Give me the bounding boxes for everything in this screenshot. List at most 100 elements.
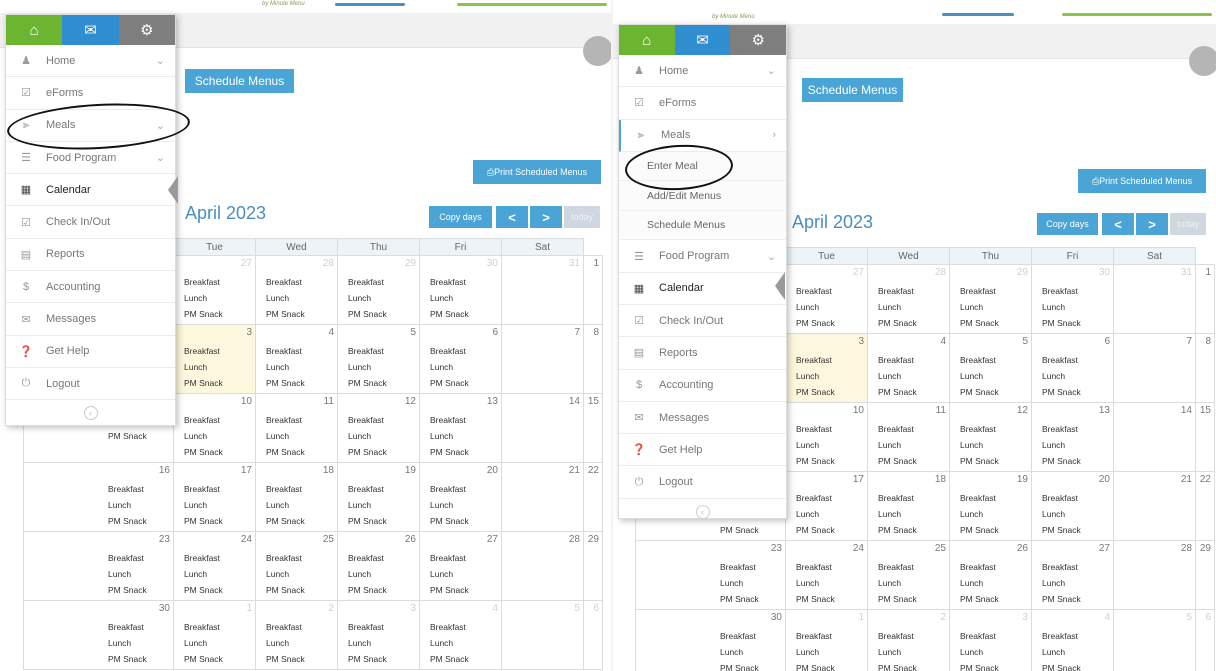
calendar-day-cell[interactable]: 22 — [583, 462, 603, 532]
meal-label[interactable]: PM Snack — [184, 375, 223, 391]
calendar-day-cell[interactable]: 1 — [1195, 264, 1215, 334]
meal-label[interactable]: Breakfast — [796, 283, 835, 299]
calendar-day-cell[interactable]: 11 Breakfast Lunch PM Snack — [867, 402, 950, 472]
meal-label[interactable]: Lunch — [796, 437, 835, 453]
meal-label[interactable]: Breakfast — [348, 274, 387, 290]
meal-label[interactable]: PM Snack — [1042, 315, 1081, 331]
sidebar-item-check-in-out[interactable]: ☑ Check In/Out — [6, 206, 175, 239]
meal-label[interactable]: Lunch — [348, 497, 387, 513]
meal-label[interactable]: PM Snack — [184, 306, 223, 322]
meal-label[interactable]: Lunch — [348, 359, 387, 375]
meal-label[interactable]: Lunch — [348, 635, 387, 651]
sidebar-item-reports[interactable]: ▤ Reports — [619, 337, 786, 370]
meal-label[interactable]: Breakfast — [796, 352, 835, 368]
meal-label[interactable]: PM Snack — [184, 651, 223, 667]
calendar-day-cell[interactable]: 29 Breakfast Lunch PM Snack — [949, 264, 1032, 334]
meal-label[interactable]: PM Snack — [348, 513, 387, 529]
meal-label[interactable]: Breakfast — [266, 274, 305, 290]
meal-label[interactable]: Breakfast — [348, 343, 387, 359]
meal-label[interactable]: Breakfast — [796, 490, 835, 506]
meal-label[interactable]: Breakfast — [430, 274, 469, 290]
meal-label[interactable]: Breakfast — [348, 619, 387, 635]
meal-label[interactable]: Breakfast — [348, 412, 387, 428]
meal-label[interactable]: PM Snack — [184, 582, 223, 598]
meal-label[interactable]: Breakfast — [348, 481, 387, 497]
meal-label[interactable]: Lunch — [266, 428, 305, 444]
meal-label[interactable]: PM Snack — [266, 582, 305, 598]
meal-label[interactable]: PM Snack — [108, 513, 147, 529]
calendar-day-cell[interactable]: 6 — [1195, 609, 1215, 671]
calendar-day-cell[interactable]: 24 Breakfast Lunch PM Snack — [173, 531, 256, 601]
meal-label[interactable]: Lunch — [878, 368, 917, 384]
meal-label[interactable]: Breakfast — [266, 619, 305, 635]
calendar-day-cell[interactable]: 6 Breakfast Lunch PM Snack — [1031, 333, 1114, 403]
calendar-day-cell[interactable]: 19 Breakfast Lunch PM Snack — [949, 471, 1032, 541]
mail-tab[interactable]: ✉ — [674, 25, 731, 55]
meal-label[interactable]: Lunch — [1042, 575, 1081, 591]
today-button[interactable]: today — [564, 206, 600, 228]
meal-label[interactable]: PM Snack — [720, 591, 759, 607]
next-month-button[interactable]: > — [1136, 213, 1168, 235]
meal-label[interactable]: Lunch — [430, 635, 469, 651]
meal-label[interactable]: Breakfast — [960, 283, 999, 299]
meal-label[interactable]: Lunch — [184, 428, 223, 444]
calendar-day-cell[interactable]: 4 Breakfast Lunch PM Snack — [255, 324, 338, 394]
meal-label[interactable]: Breakfast — [184, 343, 223, 359]
meal-label[interactable]: PM Snack — [878, 384, 917, 400]
calendar-day-cell[interactable]: 31 — [1113, 264, 1196, 334]
sidebar-item-logout[interactable]: ⏻ Logout — [6, 368, 175, 401]
calendar-day-cell[interactable]: 11 Breakfast Lunch PM Snack — [255, 393, 338, 463]
calendar-day-cell[interactable]: 18 Breakfast Lunch PM Snack — [867, 471, 950, 541]
schedule-menus-button[interactable]: Schedule Menus — [185, 69, 294, 93]
meal-label[interactable]: PM Snack — [266, 513, 305, 529]
meal-label[interactable]: Breakfast — [720, 559, 759, 575]
meal-label[interactable]: Lunch — [266, 497, 305, 513]
calendar-day-cell[interactable]: 6 — [583, 600, 603, 670]
meal-label[interactable]: Breakfast — [108, 619, 147, 635]
meal-label[interactable]: Breakfast — [348, 550, 387, 566]
meal-label[interactable]: Breakfast — [720, 628, 759, 644]
calendar-day-cell[interactable]: 18 Breakfast Lunch PM Snack — [255, 462, 338, 532]
meal-label[interactable]: PM Snack — [266, 444, 305, 460]
meal-label[interactable]: Lunch — [878, 644, 917, 660]
meal-label[interactable]: Lunch — [960, 575, 999, 591]
calendar-day-cell[interactable]: 25 Breakfast Lunch PM Snack — [255, 531, 338, 601]
meal-label[interactable]: Breakfast — [266, 412, 305, 428]
calendar-day-cell[interactable]: 19 Breakfast Lunch PM Snack — [337, 462, 420, 532]
calendar-day-cell[interactable]: 8 — [1195, 333, 1215, 403]
meal-label[interactable]: PM Snack — [796, 315, 835, 331]
meal-label[interactable]: PM Snack — [1042, 591, 1081, 607]
meal-label[interactable]: Breakfast — [1042, 421, 1081, 437]
meal-label[interactable]: Breakfast — [1042, 559, 1081, 575]
meal-label[interactable]: Lunch — [1042, 368, 1081, 384]
print-scheduled-menus-button[interactable]: ⎙ Print Scheduled Menus — [473, 160, 601, 184]
sidebar-item-check-in-out[interactable]: ☑ Check In/Out — [619, 305, 786, 338]
meal-label[interactable]: PM Snack — [1042, 384, 1081, 400]
meal-label[interactable]: PM Snack — [960, 384, 999, 400]
calendar-day-cell[interactable]: 27 Breakfast Lunch PM Snack — [419, 531, 502, 601]
copy-days-button[interactable]: Copy days — [429, 206, 492, 228]
calendar-day-cell[interactable]: 3 Breakfast Lunch PM Snack — [173, 324, 256, 394]
meal-label[interactable]: Breakfast — [184, 619, 223, 635]
meal-label[interactable]: Breakfast — [266, 550, 305, 566]
meal-label[interactable]: Lunch — [348, 428, 387, 444]
meal-label[interactable]: PM Snack — [960, 315, 999, 331]
meal-label[interactable]: Breakfast — [430, 550, 469, 566]
meal-label[interactable]: Lunch — [796, 644, 835, 660]
meal-label[interactable]: PM Snack — [796, 660, 835, 671]
calendar-day-cell[interactable]: 14 — [501, 393, 584, 463]
meal-label[interactable]: Lunch — [1042, 644, 1081, 660]
calendar-day-cell[interactable]: 21 — [501, 462, 584, 532]
calendar-day-cell[interactable]: 29 — [1195, 540, 1215, 610]
meal-label[interactable]: PM Snack — [878, 660, 917, 671]
meal-label[interactable]: Lunch — [266, 290, 305, 306]
mail-tab[interactable]: ✉ — [62, 15, 119, 45]
next-month-button[interactable]: > — [530, 206, 562, 228]
calendar-day-cell[interactable]: 27 Breakfast Lunch PM Snack — [1031, 540, 1114, 610]
meal-label[interactable]: PM Snack — [430, 444, 469, 460]
meal-label[interactable]: Lunch — [720, 644, 759, 660]
meal-label[interactable]: PM Snack — [184, 444, 223, 460]
meal-label[interactable]: PM Snack — [184, 513, 223, 529]
calendar-day-cell[interactable]: 5 — [1113, 609, 1196, 671]
meal-label[interactable]: Breakfast — [878, 421, 917, 437]
